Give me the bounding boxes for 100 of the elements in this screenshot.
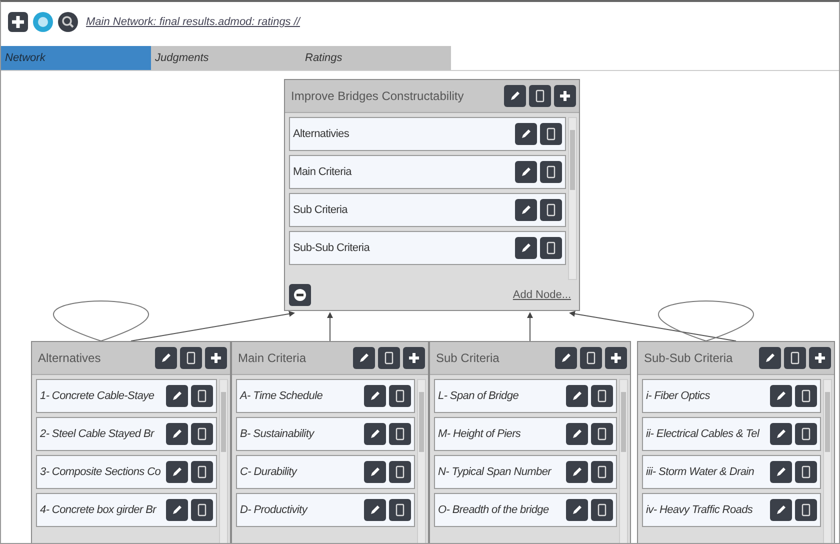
pencil-icon [171, 466, 183, 478]
edit-button[interactable] [155, 347, 177, 369]
pencil-icon [369, 466, 381, 478]
edit-button[interactable] [566, 423, 588, 445]
node-item[interactable]: O- Breadth of the bridge [434, 493, 617, 527]
node-item[interactable]: Sub Criteria [289, 193, 566, 227]
delete-button[interactable] [795, 499, 817, 521]
edit-button[interactable] [364, 461, 386, 483]
edit-button[interactable] [166, 385, 188, 407]
edit-button[interactable] [555, 347, 577, 369]
node-item[interactable]: L- Span of Bridge [434, 379, 617, 413]
edit-button[interactable] [770, 461, 792, 483]
trash-icon [394, 465, 406, 479]
delete-button[interactable] [540, 199, 562, 221]
edit-button[interactable] [566, 385, 588, 407]
delete-button[interactable] [580, 347, 602, 369]
add-button[interactable] [605, 347, 627, 369]
edit-button[interactable] [759, 347, 781, 369]
trash-icon [383, 351, 395, 365]
tab[interactable]: Judgments [151, 46, 301, 70]
delete-button[interactable] [591, 499, 613, 521]
pencil-icon [775, 390, 787, 402]
edit-button[interactable] [166, 423, 188, 445]
edit-button[interactable] [353, 347, 375, 369]
node-item[interactable]: A- Time Schedule [236, 379, 415, 413]
node-item[interactable]: Alternativies [289, 117, 566, 151]
scrollbar[interactable] [219, 379, 228, 543]
delete-button[interactable] [540, 161, 562, 183]
scrollbar[interactable] [568, 117, 577, 280]
node-item[interactable]: C- Durability [236, 455, 415, 489]
edit-button[interactable] [770, 499, 792, 521]
delete-button[interactable] [378, 347, 400, 369]
edit-button[interactable] [364, 423, 386, 445]
edit-button[interactable] [770, 423, 792, 445]
scrollbar[interactable] [417, 379, 426, 543]
delete-button[interactable] [795, 385, 817, 407]
edit-button[interactable] [566, 499, 588, 521]
add-button[interactable] [809, 347, 831, 369]
delete-button[interactable] [591, 423, 613, 445]
node-item[interactable]: Main Criteria [289, 155, 566, 189]
delete-button[interactable] [784, 347, 806, 369]
node-item[interactable]: B- Sustainability [236, 417, 415, 451]
node-item[interactable]: Sub-Sub Criteria [289, 231, 566, 265]
add-button[interactable] [205, 347, 227, 369]
delete-button[interactable] [389, 499, 411, 521]
tab[interactable]: Ratings [301, 46, 451, 70]
delete-button[interactable] [540, 123, 562, 145]
delete-button[interactable] [191, 385, 213, 407]
tab[interactable]: Network [1, 46, 151, 70]
delete-button[interactable] [191, 461, 213, 483]
trash-icon [545, 203, 557, 217]
scrollbar[interactable] [619, 379, 628, 543]
node-item[interactable]: N- Typical Span Number [434, 455, 617, 489]
node-item[interactable]: M- Height of Piers [434, 417, 617, 451]
delete-button[interactable] [180, 347, 202, 369]
delete-button[interactable] [591, 385, 613, 407]
node-item[interactable]: 2- Steel Cable Stayed Br [36, 417, 217, 451]
delete-button[interactable] [540, 237, 562, 259]
node-item[interactable]: D- Productivity [236, 493, 415, 527]
collapse-button[interactable] [289, 284, 311, 306]
edit-button[interactable] [515, 123, 537, 145]
edit-button[interactable] [166, 499, 188, 521]
path-link[interactable]: Main Network: final results.admod: ratings // [86, 16, 300, 28]
edit-button[interactable] [166, 461, 188, 483]
pencil-icon [775, 428, 787, 440]
delete-button[interactable] [389, 461, 411, 483]
delete-button[interactable] [795, 423, 817, 445]
scrollbar[interactable] [823, 379, 832, 543]
edit-button[interactable] [364, 499, 386, 521]
delete-button[interactable] [795, 461, 817, 483]
edit-button[interactable] [770, 385, 792, 407]
cluster-title: Sub Criteria [436, 351, 500, 365]
trash-icon [196, 427, 208, 441]
trash-icon [196, 465, 208, 479]
plus-icon[interactable] [7, 11, 29, 33]
connector-arrow [527, 312, 533, 342]
edit-button[interactable] [504, 85, 526, 107]
edit-button[interactable] [515, 237, 537, 259]
node-item[interactable]: 1- Concrete Cable-Staye [36, 379, 217, 413]
edit-button[interactable] [515, 161, 537, 183]
search-icon[interactable] [57, 11, 79, 33]
node-item[interactable]: ii- Electrical Cables & Tel [642, 417, 821, 451]
delete-button[interactable] [389, 423, 411, 445]
edit-button[interactable] [566, 461, 588, 483]
delete-button[interactable] [529, 85, 551, 107]
node-item[interactable]: 4- Concrete box girder Br [36, 493, 217, 527]
plus-icon [209, 351, 223, 365]
add-node-link[interactable]: Add Node... [512, 289, 571, 301]
edit-button[interactable] [515, 199, 537, 221]
node-item[interactable]: 3- Composite Sections Co [36, 455, 217, 489]
add-button[interactable] [403, 347, 425, 369]
node-item[interactable]: iv- Heavy Traffic Roads [642, 493, 821, 527]
node-item[interactable]: i- Fiber Optics [642, 379, 821, 413]
delete-button[interactable] [591, 461, 613, 483]
edit-button[interactable] [364, 385, 386, 407]
delete-button[interactable] [191, 499, 213, 521]
add-button[interactable] [554, 85, 576, 107]
node-item[interactable]: iii- Storm Water & Drain [642, 455, 821, 489]
delete-button[interactable] [389, 385, 411, 407]
delete-button[interactable] [191, 423, 213, 445]
